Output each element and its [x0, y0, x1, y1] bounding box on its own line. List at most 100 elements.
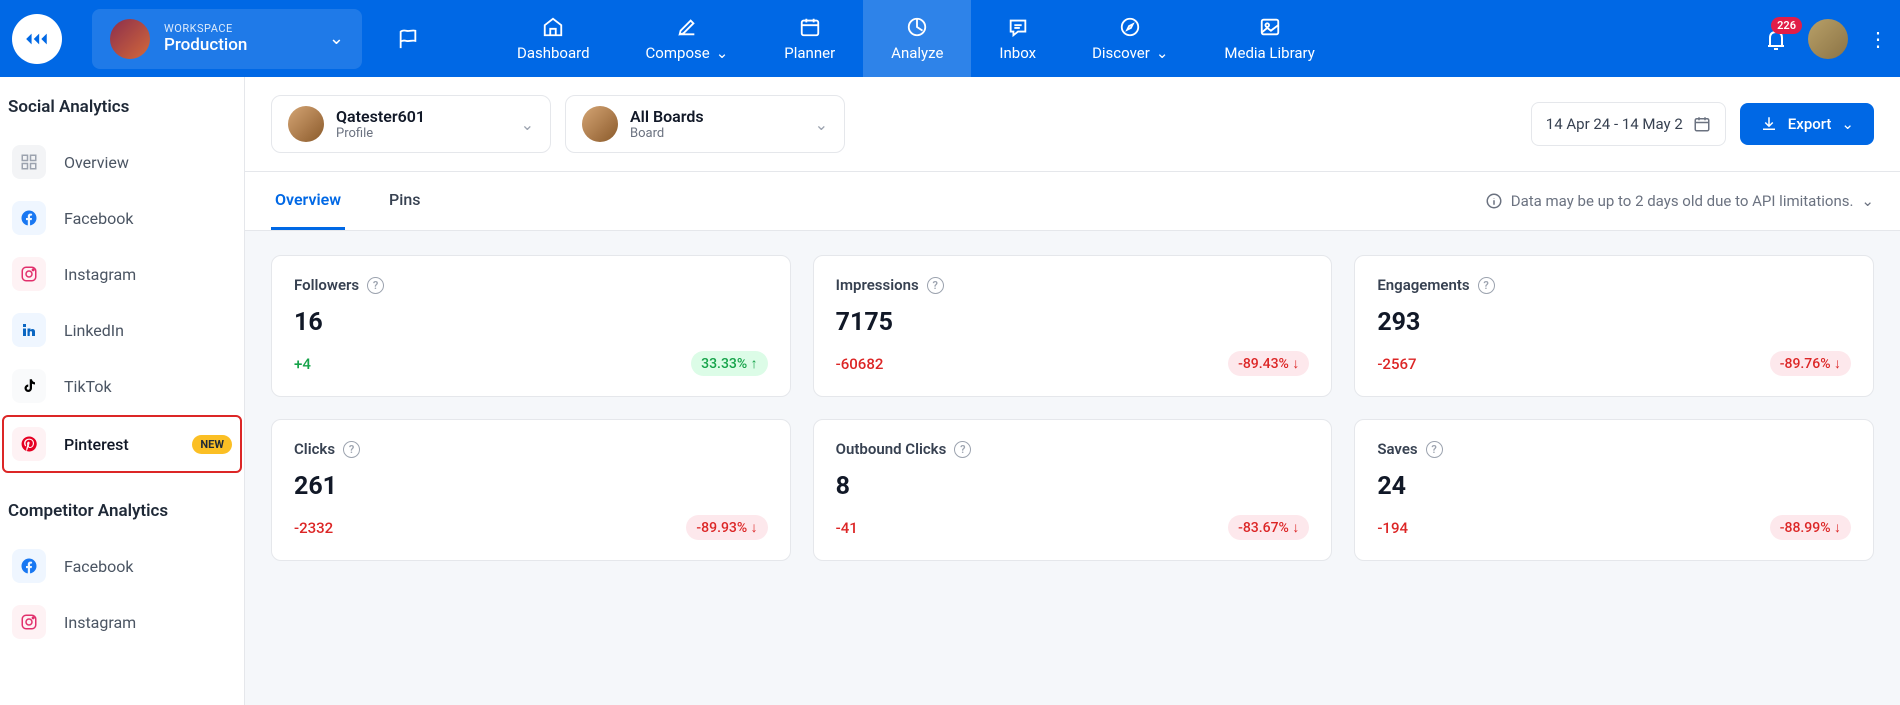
metric-delta: -60682	[836, 355, 884, 373]
metric-title: Clicks	[294, 440, 335, 458]
sidebar-item-label: TikTok	[64, 377, 232, 396]
metric-delta: -194	[1377, 519, 1408, 537]
chevron-down-icon: ⌄	[1156, 44, 1169, 62]
help-icon[interactable]: ?	[1478, 277, 1495, 294]
calendar-icon	[1693, 115, 1711, 133]
metric-value: 16	[294, 308, 768, 337]
metric-card: Saves ? 24 -194 -88.99% ↓	[1354, 419, 1874, 561]
chevron-down-icon: ⌄	[716, 44, 729, 62]
image-icon	[1259, 16, 1281, 38]
nav-compose[interactable]: Compose ⌄	[618, 0, 757, 77]
tab-overview[interactable]: Overview	[271, 172, 345, 230]
metric-pct-change: -89.43% ↓	[1228, 351, 1309, 376]
chevron-down-icon: ⌄	[329, 28, 344, 49]
compass-icon	[1119, 16, 1141, 38]
profile-dropdown[interactable]: Qatester601 Profile ⌄	[271, 95, 551, 153]
more-menu-icon[interactable]: ⋮	[1868, 27, 1888, 51]
chat-icon	[1007, 16, 1029, 38]
flag-icon[interactable]	[397, 28, 419, 50]
date-range-picker[interactable]: 14 Apr 24 - 14 May 2	[1531, 102, 1726, 146]
chevron-down-icon: ⌄	[521, 115, 534, 134]
pinterest-icon	[12, 427, 46, 461]
tab-bar: Overview Pins Data may be up to 2 days o…	[245, 172, 1900, 231]
metric-value: 8	[836, 472, 1310, 501]
sidebar-item-competitor-instagram[interactable]: Instagram	[4, 595, 240, 649]
nav-label: Compose	[646, 44, 710, 62]
workspace-label: WORKSPACE	[164, 22, 315, 35]
sidebar: Social Analytics Overview Facebook Insta…	[0, 77, 245, 705]
facebook-icon	[12, 201, 46, 235]
board-dropdown[interactable]: All Boards Board ⌄	[565, 95, 845, 153]
metric-card: Clicks ? 261 -2332 -89.93% ↓	[271, 419, 791, 561]
app-logo[interactable]	[12, 14, 62, 64]
tab-pins[interactable]: Pins	[385, 172, 424, 230]
sidebar-item-label: Facebook	[64, 209, 232, 228]
sidebar-item-linkedin[interactable]: LinkedIn	[4, 303, 240, 357]
metric-delta: -2567	[1377, 355, 1416, 373]
metric-pct-change: -89.93% ↓	[686, 515, 767, 540]
sidebar-section-title: Competitor Analytics	[0, 501, 244, 537]
sidebar-item-competitor-facebook[interactable]: Facebook	[4, 539, 240, 593]
metric-title: Impressions	[836, 276, 919, 294]
sidebar-section-title: Social Analytics	[0, 97, 244, 133]
nav-label: Analyze	[891, 44, 943, 62]
metric-pct-change: -89.76% ↓	[1770, 351, 1851, 376]
toolbar: Qatester601 Profile ⌄ All Boards Board ⌄…	[245, 77, 1900, 172]
help-icon[interactable]: ?	[927, 277, 944, 294]
nav-label: Inbox	[999, 44, 1036, 62]
export-label: Export	[1788, 115, 1832, 133]
nav-label: Dashboard	[517, 44, 590, 62]
workspace-selector[interactable]: WORKSPACE Production ⌄	[92, 9, 362, 69]
metric-pct-change: -83.67% ↓	[1228, 515, 1309, 540]
sidebar-item-label: Instagram	[64, 613, 232, 632]
info-icon	[1485, 192, 1503, 210]
nav-inbox[interactable]: Inbox	[971, 0, 1064, 77]
sidebar-item-pinterest[interactable]: Pinterest NEW	[2, 415, 242, 473]
date-range-text: 14 Apr 24 - 14 May 2	[1546, 115, 1683, 133]
metric-value: 7175	[836, 308, 1310, 337]
help-icon[interactable]: ?	[1426, 441, 1443, 458]
nav-analyze[interactable]: Analyze	[863, 0, 971, 77]
nav-discover[interactable]: Discover ⌄	[1064, 0, 1196, 77]
export-button[interactable]: Export ⌄	[1740, 103, 1874, 145]
nav-items: Dashboard Compose ⌄ Planner Analyze Inbox…	[489, 0, 1764, 77]
help-icon[interactable]: ?	[343, 441, 360, 458]
metric-delta: -41	[836, 519, 858, 537]
sidebar-item-instagram[interactable]: Instagram	[4, 247, 240, 301]
nav-media-library[interactable]: Media Library	[1196, 0, 1342, 77]
dropdown-title: Qatester601	[336, 107, 509, 126]
metric-card: Engagements ? 293 -2567 -89.76% ↓	[1354, 255, 1874, 397]
metric-delta: +4	[294, 355, 311, 373]
metric-delta: -2332	[294, 519, 333, 537]
metric-card: Followers ? 16 +4 33.33% ↑	[271, 255, 791, 397]
sidebar-item-tiktok[interactable]: TikTok	[4, 359, 240, 413]
nav-planner[interactable]: Planner	[756, 0, 863, 77]
calendar-icon	[799, 16, 821, 38]
metric-pct-change: -88.99% ↓	[1770, 515, 1851, 540]
sidebar-item-facebook[interactable]: Facebook	[4, 191, 240, 245]
sidebar-item-label: Instagram	[64, 265, 232, 284]
nav-label: Discover	[1092, 44, 1150, 62]
nav-label: Media Library	[1224, 44, 1314, 62]
dropdown-title: All Boards	[630, 107, 803, 126]
help-icon[interactable]: ?	[367, 277, 384, 294]
metric-card: Impressions ? 7175 -60682 -89.43% ↓	[813, 255, 1333, 397]
logo-icon	[24, 26, 50, 52]
help-icon[interactable]: ?	[954, 441, 971, 458]
metric-value: 293	[1377, 308, 1851, 337]
sidebar-item-label: Overview	[64, 153, 232, 172]
instagram-icon	[12, 605, 46, 639]
workspace-name: Production	[164, 35, 315, 55]
metric-card: Outbound Clicks ? 8 -41 -83.67% ↓	[813, 419, 1333, 561]
sidebar-item-label: LinkedIn	[64, 321, 232, 340]
sidebar-item-overview[interactable]: Overview	[4, 135, 240, 189]
nav-label: Planner	[784, 44, 835, 62]
notifications-button[interactable]: 226	[1764, 27, 1788, 51]
notification-badge: 226	[1771, 17, 1802, 34]
metric-pct-change: 33.33% ↑	[691, 351, 768, 376]
nav-dashboard[interactable]: Dashboard	[489, 0, 618, 77]
user-avatar[interactable]	[1808, 19, 1848, 59]
note-text: Data may be up to 2 days old due to API …	[1511, 192, 1854, 210]
metric-title: Saves	[1377, 440, 1417, 458]
data-freshness-note[interactable]: Data may be up to 2 days old due to API …	[1485, 174, 1874, 228]
